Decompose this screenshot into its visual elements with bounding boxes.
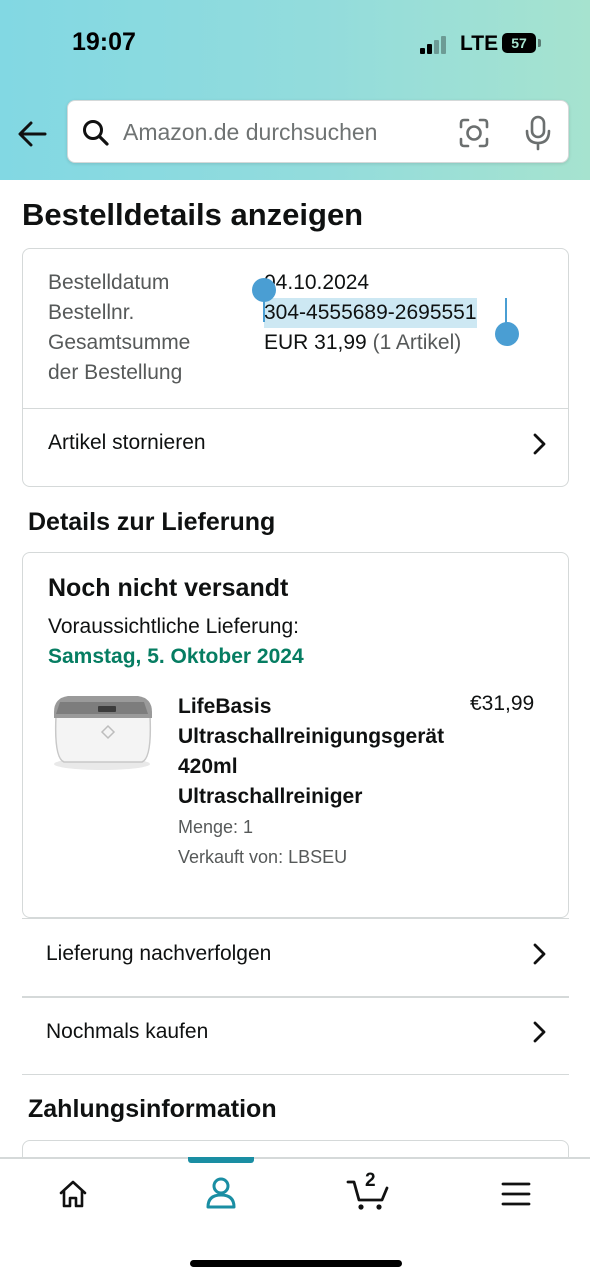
track-delivery-link[interactable]: Lieferung nachverfolgen bbox=[46, 942, 271, 966]
order-total-label: Gesamtsumme bbox=[48, 331, 191, 354]
order-item-count: (1 Artikel) bbox=[372, 331, 462, 354]
cart-count-badge: 2 bbox=[365, 1170, 376, 1191]
product-seller: Verkauft von: LBSEU bbox=[178, 847, 348, 867]
page-title: Bestelldetails anzeigen bbox=[22, 197, 364, 232]
chevron-right-icon[interactable] bbox=[529, 432, 549, 456]
buy-again-link[interactable]: Nochmals kaufen bbox=[46, 1020, 208, 1044]
order-total-label-line2: der Bestellung bbox=[48, 361, 183, 384]
cancel-item-link[interactable]: Artikel stornieren bbox=[48, 431, 206, 455]
expected-delivery-date: Samstag, 5. Oktober 2024 bbox=[48, 645, 304, 668]
camera-lens-icon[interactable] bbox=[458, 117, 490, 149]
signal-strength-icon bbox=[420, 34, 454, 54]
product-name[interactable]: LifeBasis Ultraschallreinigungsgerät 420… bbox=[178, 692, 468, 812]
search-icon bbox=[83, 120, 109, 146]
user-icon[interactable] bbox=[204, 1176, 238, 1210]
selection-start-handle[interactable] bbox=[252, 278, 276, 302]
product-name-line: LifeBasis bbox=[178, 695, 272, 718]
order-date-label: Bestelldatum bbox=[48, 271, 170, 294]
payment-heading: Zahlungsinformation bbox=[28, 1095, 277, 1123]
order-total-amount: EUR 31,99 bbox=[264, 331, 367, 354]
shipping-status: Noch nicht versandt bbox=[48, 574, 289, 602]
microphone-icon[interactable] bbox=[524, 115, 552, 151]
product-name-line: 420ml bbox=[178, 755, 238, 778]
product-name-line: Ultraschallreiniger bbox=[178, 785, 363, 808]
search-bar[interactable] bbox=[67, 100, 569, 163]
product-image[interactable] bbox=[48, 688, 156, 774]
order-total-value: EUR 31,99 (1 Artikel) bbox=[264, 328, 461, 358]
battery-level: 57 bbox=[511, 35, 527, 51]
home-icon[interactable] bbox=[57, 1178, 89, 1210]
back-arrow-icon[interactable] bbox=[15, 116, 51, 152]
section-divider bbox=[22, 996, 569, 998]
home-indicator bbox=[190, 1260, 402, 1267]
expected-delivery-label: Voraussichtliche Lieferung: bbox=[48, 615, 299, 638]
status-time: 19:07 bbox=[72, 28, 136, 56]
active-tab-indicator bbox=[188, 1157, 254, 1163]
chevron-right-icon[interactable] bbox=[529, 942, 549, 966]
card-divider bbox=[23, 408, 568, 409]
section-divider bbox=[22, 1074, 569, 1075]
selection-end-handle[interactable] bbox=[495, 322, 519, 346]
section-divider bbox=[22, 918, 569, 919]
battery-icon: 57 bbox=[502, 33, 541, 53]
delivery-heading: Details zur Lieferung bbox=[28, 508, 276, 536]
hamburger-menu-icon[interactable] bbox=[500, 1180, 532, 1208]
network-type: LTE bbox=[460, 32, 499, 55]
search-input[interactable] bbox=[123, 117, 443, 147]
product-quantity: Menge: 1 bbox=[178, 817, 254, 837]
order-number-value[interactable]: 304-4555689-2695551 bbox=[264, 298, 477, 328]
chevron-right-icon[interactable] bbox=[529, 1020, 549, 1044]
product-name-line: Ultraschallreinigungsgerät bbox=[178, 725, 445, 748]
order-date-value: 04.10.2024 bbox=[264, 271, 370, 294]
product-price: €31,99 bbox=[470, 692, 535, 715]
order-number-label: Bestellnr. bbox=[48, 301, 135, 324]
